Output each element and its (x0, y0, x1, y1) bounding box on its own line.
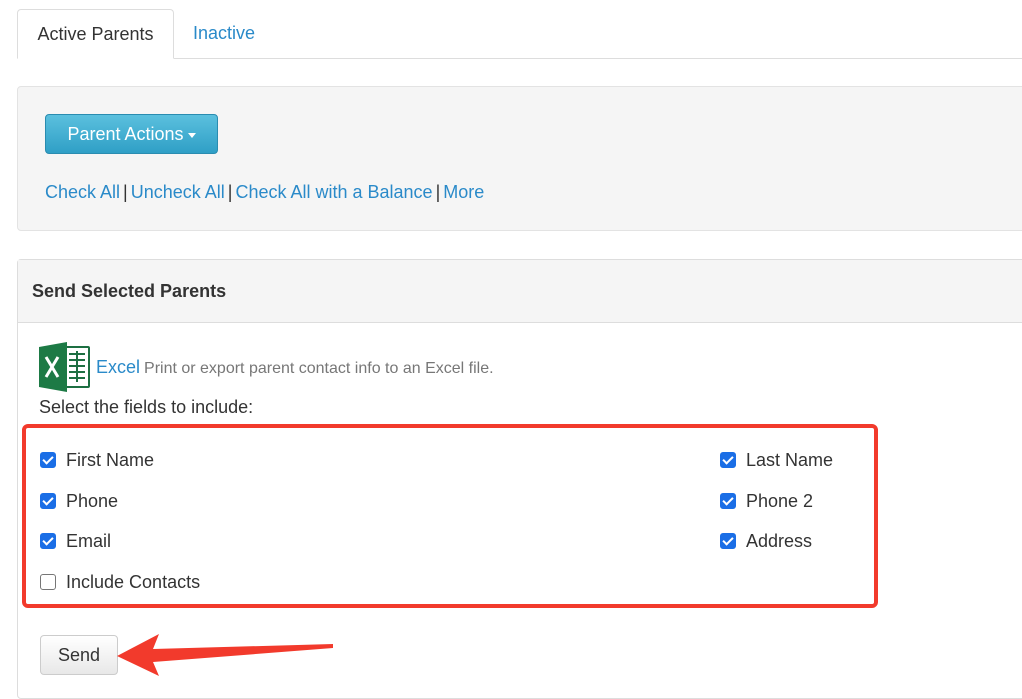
excel-link[interactable]: Excel (96, 357, 140, 377)
excel-option: Excel Print or export parent contact info… (96, 357, 494, 378)
uncheck-all-link[interactable]: Uncheck All (131, 182, 225, 202)
actions-panel: Parent Actions Check All | Uncheck All | Che… (17, 86, 1022, 231)
field-address[interactable]: Address (720, 531, 812, 552)
fields-highlight-box: First Name Last Name Phone Phone 2 Email… (22, 424, 878, 608)
caret-down-icon (187, 132, 196, 138)
field-include-contacts[interactable]: Include Contacts (40, 572, 200, 593)
checkbox-include-contacts[interactable] (40, 574, 56, 590)
checkbox-phone[interactable] (40, 493, 56, 509)
parent-actions-label: Parent Actions (67, 124, 184, 144)
checkbox-email[interactable] (40, 533, 56, 549)
parent-actions-button[interactable]: Parent Actions (45, 114, 218, 154)
send-button[interactable]: Send (40, 635, 118, 675)
link-separator: | (227, 182, 233, 202)
link-separator: | (435, 182, 441, 202)
field-phone[interactable]: Phone (40, 491, 118, 512)
red-arrow-icon (117, 634, 333, 676)
tab-active-parents[interactable]: Active Parents (17, 9, 174, 59)
checkbox-phone-2[interactable] (720, 493, 736, 509)
excel-icon (39, 342, 90, 392)
checkbox-first-name[interactable] (40, 452, 56, 468)
checkbox-last-name[interactable] (720, 452, 736, 468)
field-label: Last Name (746, 450, 834, 470)
field-first-name[interactable]: First Name (40, 450, 154, 471)
excel-description: Print or export parent contact info to a… (144, 360, 494, 377)
field-phone-2[interactable]: Phone 2 (720, 491, 813, 512)
field-label: Address (746, 531, 813, 551)
tab-bar: Active Parents Inactive (17, 0, 1022, 59)
tab-inactive[interactable]: Inactive (193, 9, 255, 59)
field-email[interactable]: Email (40, 531, 111, 552)
check-all-balance-link[interactable]: Check All with a Balance (235, 182, 432, 202)
field-label: Include Contacts (66, 572, 201, 592)
link-separator: | (123, 182, 128, 202)
field-label: Phone (66, 491, 119, 511)
field-label: Phone 2 (746, 491, 814, 511)
fields-label: Select the fields to include: (39, 397, 254, 417)
field-label: First Name (66, 450, 155, 470)
send-panel-title: Send Selected Parents (18, 260, 1022, 323)
checkbox-address[interactable] (720, 533, 736, 549)
selection-links: Check All | Uncheck All | Check All with a B… (45, 182, 484, 203)
more-link[interactable]: More (443, 182, 484, 202)
field-label: Email (66, 531, 112, 551)
field-last-name[interactable]: Last Name (720, 450, 833, 471)
check-all-link[interactable]: Check All (45, 182, 120, 202)
